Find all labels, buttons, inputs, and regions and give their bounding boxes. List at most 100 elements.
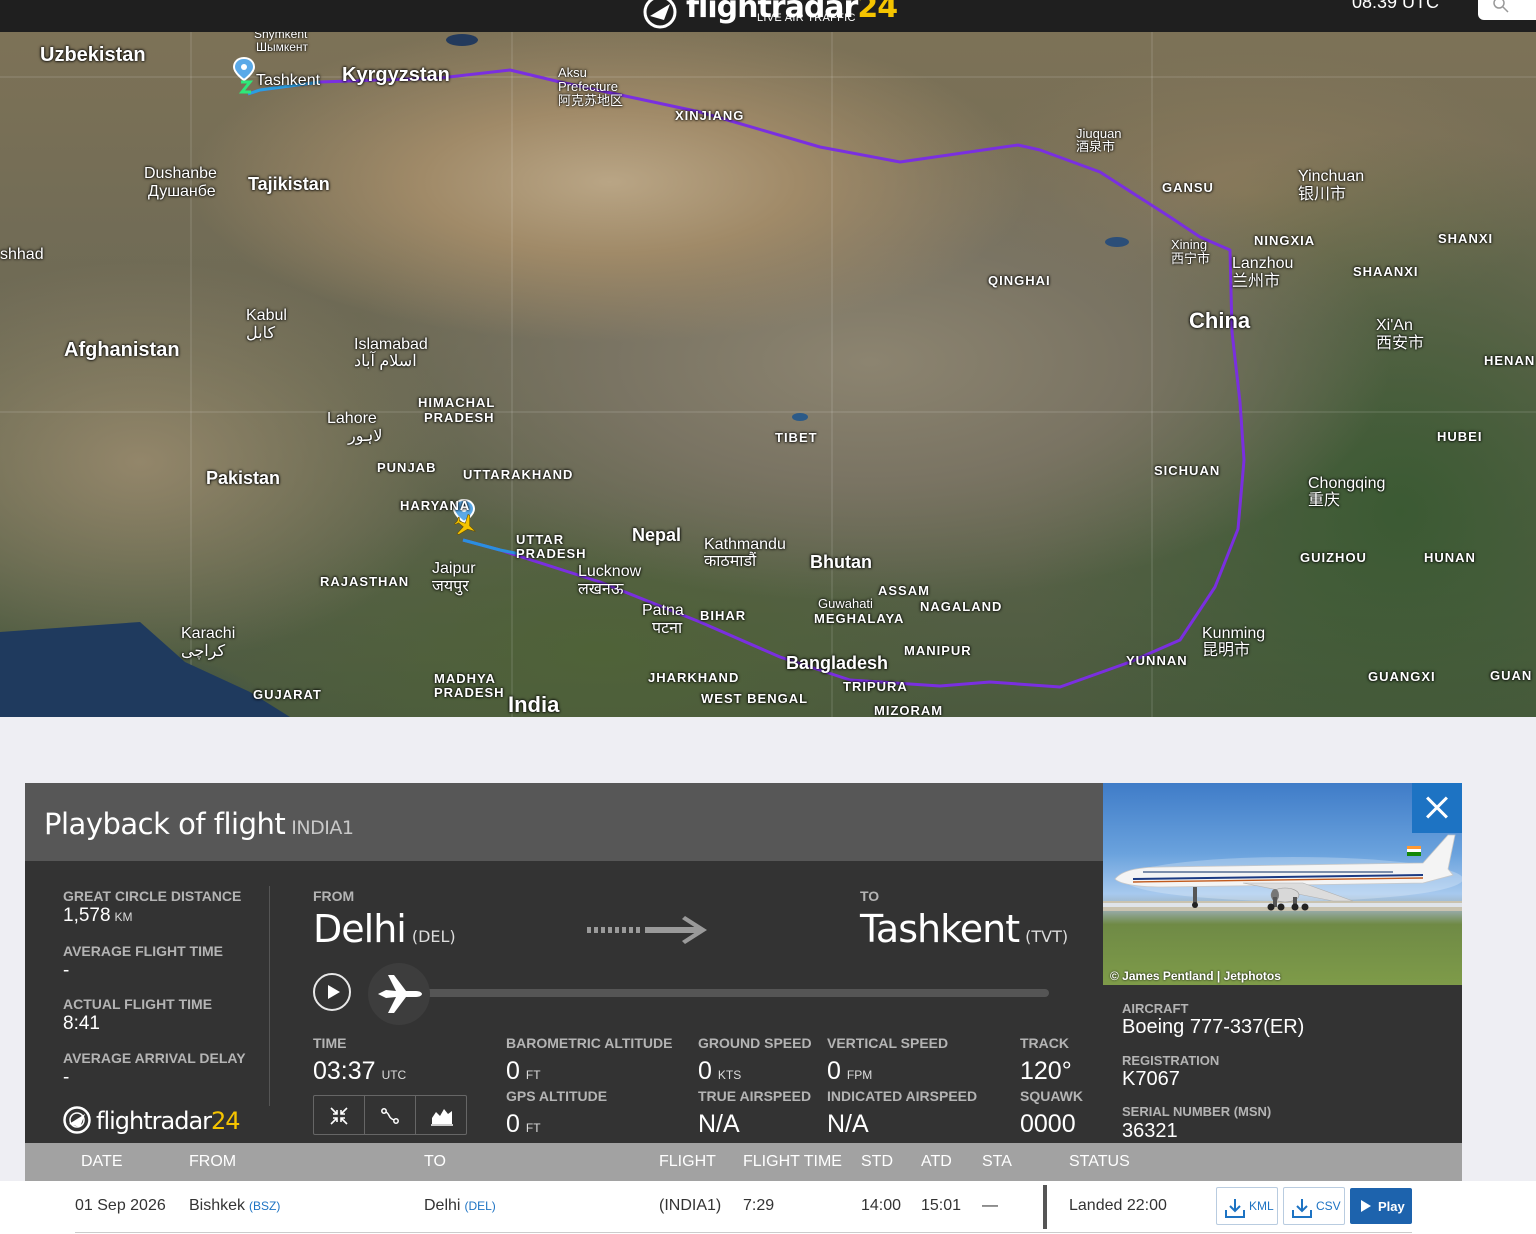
indicated-airspeed-label: INDICATED AIRSPEED [827, 1088, 978, 1104]
map-label-tashkent: Tashkent [256, 72, 321, 89]
map-label-haryana: HARYANA [400, 498, 471, 513]
map-label-lucknow: Lucknow [578, 563, 642, 580]
map-label-manipur: MANIPUR [904, 643, 972, 658]
map-label-xian: Xi'An [1376, 317, 1413, 334]
map-label-sichuan: SICHUAN [1154, 463, 1221, 478]
map-label-lahore: Lahore [327, 410, 377, 427]
search-icon [1493, 0, 1509, 13]
cell-date: 01 Sep 2026 [75, 1197, 166, 1214]
map-label-india: India [508, 692, 560, 717]
map-label-kunming-local: 昆明市 [1202, 642, 1251, 659]
column-divider [269, 886, 270, 1106]
search-button[interactable] [1478, 0, 1536, 20]
playback-timeline[interactable] [397, 989, 1049, 997]
map-label-madhya-pradesh: PRADESH [434, 685, 505, 700]
map-label-yinchuan: Yinchuan [1298, 168, 1365, 185]
map-label-chongqing-local: 重庆 [1308, 492, 1341, 509]
origin-pin-icon[interactable] [232, 56, 256, 94]
serial-number-label: SERIAL NUMBER (MSN) [1122, 1104, 1272, 1119]
playback-scrubber[interactable] [368, 963, 430, 1025]
map-label-jaipur-local: जयपुर [432, 578, 469, 595]
playback-panel: Playback of flight INDIA1 GREAT CIRCLE DI… [25, 783, 1462, 1143]
map-label-himachal-pradesh: PRADESH [424, 410, 495, 425]
map-label-karachi-local: کراچی [181, 643, 226, 660]
from-airport-link[interactable]: (BSZ) [249, 1199, 280, 1213]
column-header-status: STATUS [1069, 1153, 1130, 1170]
map-label-rajasthan: RAJASTHAN [320, 574, 410, 589]
stat-label-avg-arrival-delay: AVERAGE ARRIVAL DELAY [63, 1050, 246, 1066]
route-path-button[interactable] [365, 1096, 416, 1134]
to-airport-link[interactable]: (DEL) [464, 1199, 495, 1213]
column-header-flight: FLIGHT [659, 1153, 716, 1170]
logo-subtitle: LIVE AIR TRAFFIC [757, 12, 856, 24]
map-label-bihar: BIHAR [700, 608, 747, 623]
aircraft-value: Boeing 777-337(ER) [1122, 1016, 1305, 1038]
column-header-atd: ATD [921, 1153, 952, 1170]
cell-flight: (INDIA1) [659, 1197, 722, 1214]
map-label-qinghai: QINGHAI [988, 273, 1051, 288]
map-label-punjab: PUNJAB [377, 460, 437, 475]
playback-play-button[interactable] [313, 973, 351, 1011]
track-value: 120° [1020, 1057, 1072, 1085]
panel-header: Playback of flight INDIA1 [25, 783, 1103, 861]
cell-sta: — [982, 1197, 998, 1214]
map-label-guangdong: GUAN [1490, 668, 1533, 683]
map-label-guangxi: GUANGXI [1368, 669, 1436, 684]
download-csv-button[interactable]: CSV [1283, 1187, 1345, 1225]
map-label-nagaland: NAGALAND [920, 599, 1003, 614]
baro-altitude-label: BAROMETRIC ALTITUDE [506, 1035, 673, 1051]
route-path-icon [381, 1108, 399, 1124]
map-label-shanxi: SHANXI [1438, 231, 1494, 246]
map-label-xining: Xining [1171, 237, 1208, 252]
map-label-aksu-local: 阿克苏地区 [558, 93, 624, 108]
registration-label: REGISTRATION [1122, 1053, 1220, 1068]
table-row[interactable]: 01 Sep 2026 Bishkek (BSZ) Delhi (DEL) (IND… [0, 1181, 1536, 1234]
to-city: Tashkent (TVT) [860, 907, 1069, 951]
time-label: TIME [313, 1035, 347, 1051]
map-label-patna: Patna [642, 602, 684, 619]
flight-table-header: DATE FROM TO FLIGHT FLIGHT TIME STD ATD … [25, 1143, 1462, 1181]
map-label-hunan: HUNAN [1424, 550, 1476, 565]
map-label-patna-local: पटना [652, 620, 683, 637]
map-label-mizoram: MIZORAM [874, 703, 944, 717]
map-label-uzbekistan: Uzbekistan [40, 44, 146, 66]
flight-id: INDIA1 [291, 817, 354, 839]
close-panel-button[interactable] [1412, 783, 1462, 833]
gps-altitude-value: 0 FT [506, 1110, 541, 1138]
download-icon [1292, 1199, 1312, 1218]
map-overlay [0, 32, 1536, 717]
column-header-to: TO [424, 1153, 446, 1170]
download-icon [1225, 1199, 1245, 1218]
aircraft-photo[interactable]: © James Pentland | Jetphotos [1103, 783, 1462, 985]
map-label-himachal: HIMACHAL [418, 395, 496, 410]
map-label-dushanbe: Dushanbe [144, 165, 217, 182]
stat-label-actual-flight-time: ACTUAL FLIGHT TIME [63, 996, 213, 1012]
panel-title: Playback of flight INDIA1 [44, 807, 354, 841]
map-label-islamabad-local: اسلام آباد [354, 353, 417, 370]
map-label-lanzhou-local: 兰州市 [1232, 273, 1281, 290]
chart-icon [431, 1109, 453, 1126]
map-label-hubei: HUBEI [1437, 429, 1483, 444]
cell-flight-time: 7:29 [743, 1197, 775, 1214]
map-label-guwahati: Guwahati [818, 596, 873, 611]
map-grid [0, 32, 1536, 717]
column-header-flight-time: FLIGHT TIME [743, 1153, 842, 1170]
download-kml-button[interactable]: KML [1216, 1187, 1278, 1225]
map-label-tajikistan: Tajikistan [248, 174, 330, 194]
map-label-kabul: Kabul [246, 307, 287, 324]
map-label-bhutan: Bhutan [810, 552, 872, 572]
status-indicator [1043, 1185, 1047, 1229]
compress-view-button[interactable] [314, 1096, 365, 1134]
cell-std: 14:00 [861, 1197, 902, 1214]
altitude-graph-button[interactable] [416, 1096, 466, 1134]
to-label: TO [860, 888, 880, 904]
play-flight-button[interactable]: Play [1350, 1188, 1412, 1224]
fr24-logo[interactable]: flightradar24 LIVE AIR TRAFFIC [640, 0, 898, 34]
flight-map[interactable]: Uzbekistan Shymkent Шымкент Tashkent Kyr… [0, 32, 1536, 717]
map-label-kabul-local: کابل [246, 325, 276, 342]
cell-atd: 15:01 [921, 1197, 962, 1214]
column-header-sta: STA [982, 1153, 1012, 1170]
gps-altitude-label: GPS ALTITUDE [506, 1088, 608, 1104]
column-header-from: FROM [189, 1153, 237, 1170]
map-label-afghanistan: Afghanistan [64, 339, 180, 361]
